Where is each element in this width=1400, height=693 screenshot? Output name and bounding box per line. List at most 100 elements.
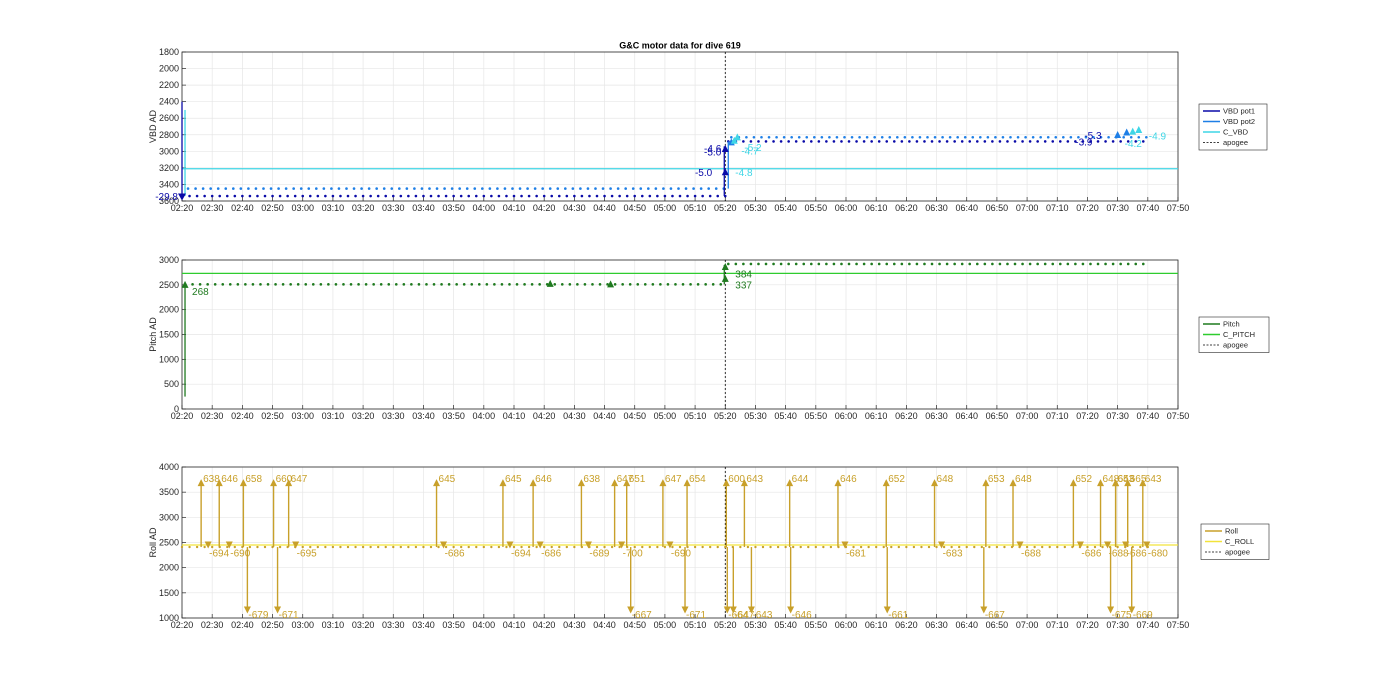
series-vbd-pot1-point [825, 140, 828, 143]
x-tick-label: 05:20 [714, 203, 737, 213]
series-vbd-pot2-point [571, 187, 575, 190]
series-pitch-point [327, 283, 330, 286]
series-vbd-pot1-point [520, 194, 523, 198]
series-pitch-point [530, 283, 534, 286]
series-vbd-pot1-point [339, 194, 342, 198]
series-vbd-pot2-point [594, 187, 597, 190]
series-vbd-pot2-point [413, 187, 416, 190]
roll-up-label: 647 [291, 474, 308, 485]
series-pitch-point [953, 262, 956, 266]
series-roll-point [663, 545, 667, 549]
series-pitch-point [1141, 262, 1145, 266]
series-vbd-pot2-point [767, 135, 771, 139]
series-vbd-pot2-point [911, 135, 914, 139]
series-pitch-point [832, 262, 836, 266]
x-tick-label: 03:20 [352, 411, 375, 421]
series-roll-point [701, 545, 704, 549]
series-vbd-pot1-point [1058, 140, 1062, 143]
series-vbd-pot2-point [1024, 135, 1027, 139]
figure: G&C motor data for dive 619 02:20 02:30 02… [148, 41, 1270, 630]
y-axis-label: Roll AD [148, 527, 158, 558]
x-tick-label: 06:00 [835, 411, 858, 421]
series-vbd-pot1-point [817, 140, 821, 143]
series-vbd-pot2-point [813, 135, 816, 139]
series-pitch-point [772, 262, 775, 266]
series-vbd-pot1-point [953, 140, 956, 143]
x-tick-label: 03:40 [412, 203, 435, 213]
series-vbd-pot2-point [435, 187, 439, 190]
series-vbd-pot2-point [556, 187, 560, 190]
series-vbd-pot1-point [444, 194, 448, 198]
series-pitch-point [938, 262, 941, 266]
x-tick-label: 05:00 [654, 203, 677, 213]
x-tick-label: 05:50 [805, 411, 828, 421]
legend: PitchC_PITCHapogee [1198, 316, 1270, 353]
y-tick-label: 1800 [159, 47, 179, 57]
series-vbd-pot1-point [263, 194, 267, 198]
series-vbd-pot2-point [390, 187, 394, 190]
series-roll-point [874, 545, 878, 549]
series-vbd-pot2-point [428, 187, 431, 190]
series-vbd-pot2-point [888, 135, 892, 139]
series-pitch-point [636, 283, 640, 286]
series-pitch-point [402, 283, 406, 286]
series-vbd-pot1-point [716, 194, 720, 198]
series-pitch-point [500, 283, 504, 286]
roll-down-label: -681 [846, 549, 866, 560]
series-roll-point [316, 545, 320, 549]
series-roll-point [475, 545, 478, 549]
roll-down-label: -694 [209, 549, 229, 560]
series-vbd-pot1-point [625, 194, 629, 198]
y-tick-label: 3500 [159, 487, 179, 497]
series-roll-point [988, 545, 991, 549]
series-vbd-pot1-point [482, 194, 486, 198]
legend-label: apogee [1223, 138, 1248, 147]
series-roll-point [995, 545, 999, 549]
series-vbd-pot2-point [511, 187, 514, 190]
x-tick-label: 05:40 [774, 203, 797, 213]
series-vbd-pot2-point [820, 135, 824, 139]
vbd-marker [1135, 125, 1143, 133]
series-vbd-pot1-point [1028, 140, 1032, 143]
x-tick-label: 04:50 [623, 203, 646, 213]
series-vbd-pot2-point [843, 135, 846, 139]
series-vbd-pot2-point [1054, 135, 1058, 139]
series-vbd-pot1-point [975, 140, 979, 143]
series-vbd-pot2-point [405, 187, 409, 190]
legend-label: VBD pot2 [1223, 117, 1255, 126]
series-vbd-pot1-point [422, 194, 425, 198]
series-pitch-point [847, 262, 851, 266]
series-vbd-pot2-point [896, 135, 899, 139]
x-tick-label: 03:30 [382, 411, 405, 421]
series-pitch-point [779, 262, 783, 266]
x-tick-label: 04:10 [503, 411, 526, 421]
series-roll-point [414, 545, 418, 549]
series-vbd-pot1-point [437, 194, 440, 198]
x-tick-label: 04:30 [563, 411, 586, 421]
x-tick-label: 02:50 [261, 620, 284, 630]
series-pitch-point [968, 262, 972, 266]
x-tick-label: 04:10 [503, 203, 526, 213]
x-tick-label: 05:00 [654, 620, 677, 630]
pitch-marker [721, 274, 729, 282]
series-vbd-pot1-point [354, 194, 357, 198]
x-tick-label: 07:00 [1016, 411, 1039, 421]
series-pitch-point [206, 283, 209, 286]
series-vbd-pot2-point [488, 187, 492, 190]
x-tick-label: 03:20 [352, 203, 375, 213]
series-roll-point [392, 545, 395, 549]
x-tick-label: 05:50 [805, 203, 828, 213]
series-vbd-pot2-point [322, 187, 326, 190]
series-vbd-pot1-point [998, 140, 1002, 143]
series-roll-point [497, 545, 501, 549]
series-pitch-point [711, 283, 715, 286]
x-tick-label: 04:30 [563, 620, 586, 630]
roll-down-label: -686 [1127, 549, 1147, 560]
series-pitch-point [787, 262, 790, 266]
x-tick-label: 07:00 [1016, 620, 1039, 630]
series-vbd-pot1-point [603, 194, 606, 198]
roll-down-label: -680 [1148, 549, 1168, 560]
series-roll-point [890, 545, 893, 549]
x-tick-label: 07:50 [1167, 411, 1190, 421]
series-pitch-point [855, 262, 858, 266]
